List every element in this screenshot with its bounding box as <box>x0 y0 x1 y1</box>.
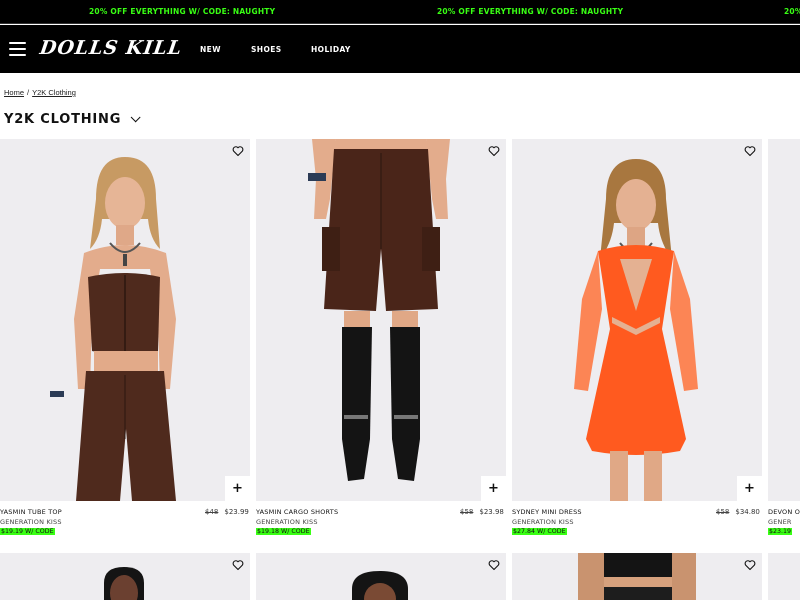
product-prices: $48 $23.99 <box>205 508 249 516</box>
code-price: $27.84 W/ CODE <box>512 528 567 535</box>
sale-price: $23.99 <box>224 508 249 516</box>
logo[interactable]: DOLLS KILL <box>38 37 183 59</box>
nav-shoes[interactable]: SHOES <box>251 45 282 54</box>
original-price: $58 <box>716 508 730 516</box>
product-image[interactable] <box>0 139 250 501</box>
heart-icon[interactable] <box>744 144 756 157</box>
model-photo <box>352 571 408 600</box>
quick-add-plus-icon[interactable]: + <box>225 476 250 501</box>
product-image[interactable] <box>768 139 800 501</box>
product-image[interactable] <box>0 553 250 600</box>
page-title: Y2K CLOTHING <box>4 112 122 127</box>
code-price: $19.19 W/ CODE <box>0 528 55 535</box>
breadcrumb-separator: / <box>27 88 30 97</box>
product-name[interactable]: YASMIN TUBE TOP <box>0 508 62 516</box>
nav-new[interactable]: NEW <box>200 45 221 54</box>
heart-icon[interactable] <box>232 144 244 157</box>
product-card[interactable] <box>256 553 506 600</box>
product-prices: $58 $34.80 <box>716 508 760 516</box>
original-price: $48 <box>205 508 219 516</box>
sale-price: $23.98 <box>479 508 504 516</box>
model-photo <box>104 567 144 600</box>
product-image[interactable] <box>256 553 506 600</box>
product-brand: GENERATION KISS <box>0 518 62 526</box>
category-dropdown[interactable]: Y2K CLOTHING <box>4 112 141 127</box>
chevron-down-icon <box>130 112 141 123</box>
product-prices: $58 $23.98 <box>460 508 504 516</box>
model-photo <box>308 139 450 481</box>
product-card[interactable] <box>768 553 800 600</box>
product-image[interactable] <box>512 139 762 501</box>
model-photo <box>574 159 698 501</box>
hamburger-menu-icon[interactable] <box>9 42 26 56</box>
product-image[interactable] <box>256 139 506 501</box>
breadcrumb: Home / Y2K Clothing <box>4 88 76 97</box>
quick-add-plus-icon[interactable]: + <box>737 476 762 501</box>
product-name[interactable]: YASMIN CARGO SHORTS <box>256 508 338 516</box>
product-name[interactable]: DEVON O- <box>768 508 800 516</box>
nav-holiday[interactable]: HOLIDAY <box>311 45 351 54</box>
promo-bar: 20% OFF EVERYTHING W/ CODE: NAUGHTY 20% … <box>0 0 800 24</box>
product-image[interactable] <box>512 553 762 600</box>
site-header: DOLLS KILL NEW SHOES HOLIDAY <box>0 25 800 73</box>
product-card[interactable]: DEVON O- GENER $23.19 <box>768 139 800 539</box>
heart-icon[interactable] <box>488 558 500 571</box>
heart-icon[interactable] <box>744 558 756 571</box>
product-brand: GENERATION KISS <box>256 518 318 526</box>
product-brand: GENERATION KISS <box>512 518 574 526</box>
product-name[interactable]: SYDNEY MINI DRESS <box>512 508 582 516</box>
product-image[interactable] <box>768 553 800 600</box>
breadcrumb-home[interactable]: Home <box>4 88 24 97</box>
product-card[interactable] <box>512 553 762 600</box>
heart-icon[interactable] <box>232 558 244 571</box>
promo-message: 20% OFF EVERYTHING W/ CODE: NAUGHTY <box>89 7 276 16</box>
promo-message: 20% OFF EVERYTHING W/ CODE: NAUGHTY <box>784 7 800 16</box>
model-photo <box>578 553 696 600</box>
breadcrumb-current[interactable]: Y2K Clothing <box>32 88 76 97</box>
heart-icon[interactable] <box>488 144 500 157</box>
sale-price: $34.80 <box>735 508 760 516</box>
product-card[interactable] <box>0 553 250 600</box>
model-photo <box>50 157 176 501</box>
quick-add-plus-icon[interactable]: + <box>481 476 506 501</box>
original-price: $58 <box>460 508 474 516</box>
promo-message: 20% OFF EVERYTHING W/ CODE: NAUGHTY <box>437 7 624 16</box>
code-price: $19.18 W/ CODE <box>256 528 311 535</box>
code-price: $23.19 <box>768 528 793 535</box>
product-brand: GENER <box>768 518 792 526</box>
